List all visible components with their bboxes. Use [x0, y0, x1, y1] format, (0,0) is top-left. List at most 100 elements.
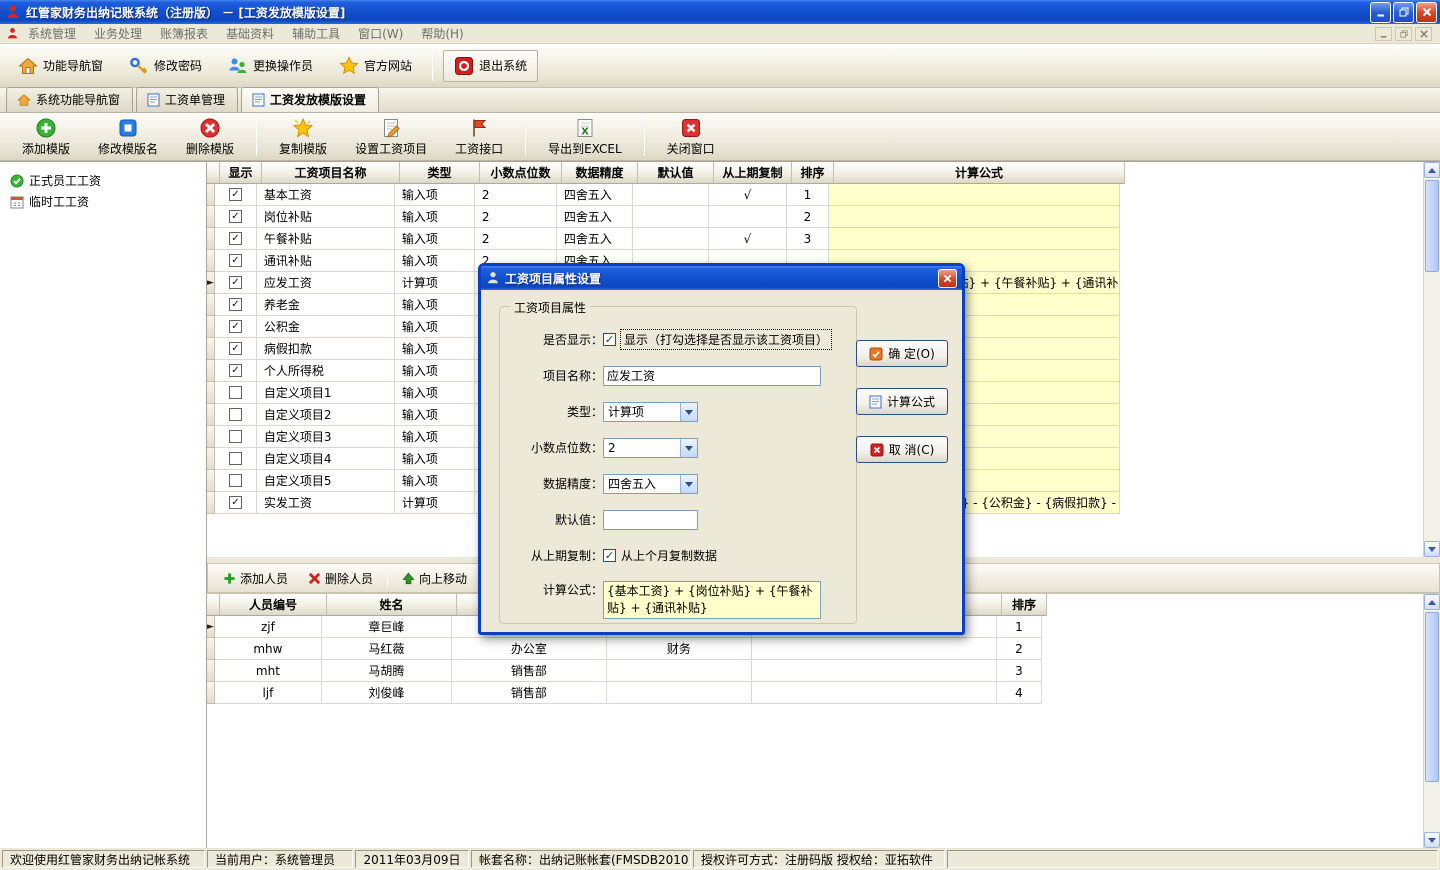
- col-header-default[interactable]: 默认值: [638, 162, 714, 184]
- person-table-row[interactable]: ► mhw 马红薇 办公室 财务 2: [207, 638, 1423, 660]
- scroll-thumb[interactable]: [1425, 612, 1439, 782]
- add-template-button[interactable]: 添加模版: [10, 115, 82, 159]
- show-checkbox[interactable]: ✓: [229, 276, 242, 289]
- scroll-up-button[interactable]: [1424, 594, 1440, 610]
- show-checkbox[interactable]: ✓: [229, 452, 242, 465]
- show-checkbox[interactable]: ✓: [229, 430, 242, 443]
- chevron-down-icon[interactable]: [680, 403, 697, 421]
- dialog-close-button[interactable]: [938, 269, 957, 288]
- col-header-item-name[interactable]: 工资项目名称: [262, 162, 400, 184]
- tab-salary-template-settings[interactable]: 工资发放模版设置: [241, 87, 379, 112]
- col-header-person-name[interactable]: 姓名: [327, 594, 457, 616]
- col-header-order[interactable]: 排序: [792, 162, 834, 184]
- col-header-order[interactable]: 排序: [1002, 594, 1047, 616]
- menu-item[interactable]: 业务处理: [85, 23, 151, 44]
- show-checkbox[interactable]: ✓: [229, 364, 242, 377]
- formula-button[interactable]: 计算公式: [856, 388, 948, 415]
- salary-table-row[interactable]: ► ✓ 基本工资 输入项 2 四舍五入 √ 1: [207, 184, 1423, 206]
- menu-item[interactable]: 系统管理: [19, 23, 85, 44]
- header-corner: [207, 594, 220, 616]
- copy-prev-checkbox[interactable]: ✓: [603, 549, 616, 562]
- delete-template-button[interactable]: 删除模版: [174, 115, 246, 159]
- col-header-precision[interactable]: 数据精度: [562, 162, 638, 184]
- type-dropdown[interactable]: 计算项: [603, 402, 698, 422]
- col-header-person-code[interactable]: 人员编号: [220, 594, 327, 616]
- official-website-button[interactable]: 官方网站: [329, 51, 422, 81]
- nav-window-button[interactable]: 功能导航窗: [8, 51, 113, 81]
- tab-payroll-management[interactable]: 工资单管理: [136, 87, 238, 112]
- cancel-button[interactable]: 取 消(C): [856, 436, 948, 463]
- add-person-button[interactable]: 添加人员: [214, 567, 297, 590]
- person-table-row[interactable]: ► mht 马胡腾 销售部 3: [207, 660, 1423, 682]
- show-checkbox[interactable]: ✓: [229, 254, 242, 267]
- col-header-formula[interactable]: 计算公式: [834, 162, 1125, 184]
- show-checkbox[interactable]: ✓: [229, 474, 242, 487]
- show-checkbox[interactable]: ✓: [229, 320, 242, 333]
- formula-input[interactable]: {基本工资} + {岗位补贴} + {午餐补贴} + {通讯补贴}: [603, 581, 821, 619]
- person-table-row[interactable]: ► ljf 刘俊峰 销售部 4: [207, 682, 1423, 704]
- decimals-value: 2: [604, 441, 680, 455]
- show-checkbox[interactable]: ✓: [229, 386, 242, 399]
- scroll-track[interactable]: [1424, 178, 1440, 541]
- switch-operator-button[interactable]: 更换操作员: [218, 51, 323, 81]
- show-checkbox[interactable]: ✓: [229, 232, 242, 245]
- show-checkbox[interactable]: ✓: [229, 342, 242, 355]
- copy-prev-checkbox-label[interactable]: 从上个月复制数据: [621, 547, 717, 564]
- col-header-type[interactable]: 类型: [400, 162, 480, 184]
- show-checkbox[interactable]: ✓: [229, 188, 242, 201]
- move-up-button[interactable]: 向上移动: [393, 567, 476, 590]
- remove-person-button[interactable]: 删除人员: [299, 567, 382, 590]
- set-salary-items-button[interactable]: 设置工资项目: [343, 115, 439, 159]
- excel-icon: X: [574, 117, 596, 139]
- show-checkbox-label[interactable]: 显示（打勾选择是否显示该工资项目）: [620, 329, 832, 350]
- salary-table-row[interactable]: ► ✓ 岗位补贴 输入项 2 四舍五入 2: [207, 206, 1423, 228]
- decimals-dropdown[interactable]: 2: [603, 438, 698, 458]
- show-checkbox[interactable]: ✓: [603, 333, 616, 346]
- default-value-input[interactable]: [603, 510, 698, 530]
- copy-template-button[interactable]: 复制模版: [267, 115, 339, 159]
- change-password-button[interactable]: 修改密码: [119, 51, 212, 81]
- close-window-button[interactable]: 关闭窗口: [655, 115, 727, 159]
- menu-item[interactable]: 窗口(W): [349, 23, 412, 44]
- exit-system-button[interactable]: 退出系统: [443, 50, 538, 82]
- minimize-button[interactable]: [1370, 2, 1391, 23]
- tree-item-regular-staff[interactable]: 正式员工工资: [4, 170, 202, 191]
- show-checkbox[interactable]: ✓: [229, 408, 242, 421]
- item-name-input[interactable]: [603, 366, 821, 386]
- col-header-show[interactable]: 显示: [220, 162, 262, 184]
- mdi-close-button[interactable]: [1415, 27, 1432, 41]
- show-checkbox[interactable]: ✓: [229, 298, 242, 311]
- show-checkbox[interactable]: ✓: [229, 496, 242, 509]
- header-corner: [207, 162, 220, 184]
- chevron-down-icon[interactable]: [680, 439, 697, 457]
- restore-button[interactable]: [1393, 2, 1414, 23]
- tree-item-temp-staff[interactable]: 临时工工资: [4, 191, 202, 212]
- scroll-thumb[interactable]: [1425, 180, 1439, 272]
- menu-item[interactable]: 辅助工具: [283, 23, 349, 44]
- menu-item[interactable]: 基础资料: [217, 23, 283, 44]
- menu-item[interactable]: 账簿报表: [151, 23, 217, 44]
- scroll-down-button[interactable]: [1424, 832, 1440, 848]
- col-header-copy-prev[interactable]: 从上期复制: [714, 162, 792, 184]
- scroll-track[interactable]: [1424, 610, 1440, 832]
- scroll-up-button[interactable]: [1424, 162, 1440, 178]
- salary-interface-button[interactable]: 工资接口: [443, 115, 515, 159]
- tab-nav-window[interactable]: 系统功能导航窗: [6, 87, 133, 112]
- ok-button[interactable]: 确 定(O): [856, 340, 948, 367]
- cell-item-name: 基本工资: [257, 184, 395, 206]
- chevron-down-icon[interactable]: [680, 475, 697, 493]
- salary-table-row[interactable]: ► ✓ 午餐补贴 输入项 2 四舍五入 √ 3: [207, 228, 1423, 250]
- scroll-down-button[interactable]: [1424, 541, 1440, 557]
- precision-dropdown[interactable]: 四舍五入: [603, 474, 698, 494]
- salary-table-scrollbar[interactable]: [1423, 162, 1440, 557]
- official-website-label: 官方网站: [364, 57, 412, 74]
- show-checkbox[interactable]: ✓: [229, 210, 242, 223]
- col-header-decimals[interactable]: 小数点位数: [480, 162, 562, 184]
- close-button[interactable]: [1416, 2, 1437, 23]
- person-table-scrollbar[interactable]: [1423, 594, 1440, 848]
- rename-template-button[interactable]: 修改模版名: [86, 115, 170, 159]
- export-excel-button[interactable]: X 导出到EXCEL: [536, 115, 634, 159]
- mdi-restore-button[interactable]: [1395, 27, 1412, 41]
- mdi-minimize-button[interactable]: [1375, 27, 1392, 41]
- menu-item[interactable]: 帮助(H): [412, 23, 472, 44]
